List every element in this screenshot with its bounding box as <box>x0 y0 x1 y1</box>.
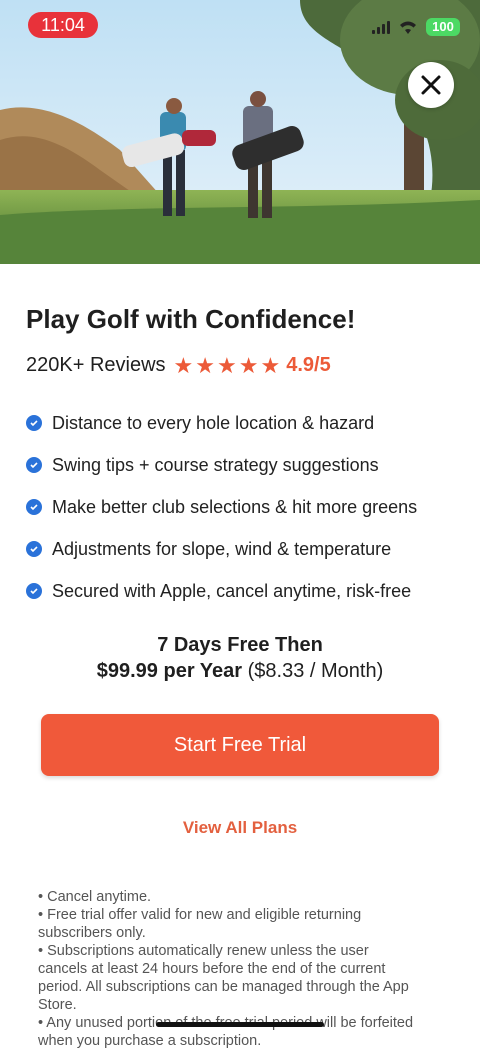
cellular-signal-icon <box>372 20 390 34</box>
checkmark-icon <box>26 457 42 473</box>
star-icon: ★ <box>238 352 259 378</box>
view-all-plans-link[interactable]: View All Plans <box>0 818 480 838</box>
start-free-trial-button[interactable]: Start Free Trial <box>41 714 439 776</box>
review-count: 220K+ Reviews <box>26 354 166 376</box>
headline: Play Golf with Confidence! <box>26 304 356 334</box>
checkmark-icon <box>26 415 42 431</box>
feature-item: Secured with Apple, cancel anytime, risk… <box>26 570 466 612</box>
feature-text: Distance to every hole location & hazard <box>52 412 375 433</box>
close-button[interactable] <box>408 62 454 108</box>
feature-text: Make better club selections & hit more g… <box>52 496 418 517</box>
star-icon: ★ <box>217 352 237 378</box>
rating-stars: ★ ★ ★ ★ ★ <box>173 352 281 378</box>
star-icon: ★ <box>260 352 281 378</box>
monthly-price: ($8.33 / Month) <box>247 660 384 682</box>
feature-item: Swing tips + course strategy suggestions <box>26 444 466 486</box>
feature-item: Make better club selections & hit more g… <box>26 486 466 528</box>
battery-indicator: 100 <box>426 18 460 36</box>
status-icons: 100 <box>372 18 460 36</box>
checkmark-icon <box>26 583 42 599</box>
home-indicator[interactable] <box>156 1022 324 1027</box>
feature-item: Adjustments for slope, wind & temperatur… <box>26 528 466 570</box>
rating-value: 4.9/5 <box>286 354 331 376</box>
feature-list: Distance to every hole location & hazard… <box>26 402 466 612</box>
trial-length: 7 Days Free Then <box>157 634 323 656</box>
status-time: 11:04 <box>28 12 98 38</box>
close-icon <box>421 75 441 95</box>
terms-item: • Subscriptions automatically renew unle… <box>38 943 409 1013</box>
feature-text: Secured with Apple, cancel anytime, risk… <box>52 580 412 601</box>
feature-text: Adjustments for slope, wind & temperatur… <box>52 538 392 559</box>
checkmark-icon <box>26 499 42 515</box>
wifi-icon <box>400 21 416 34</box>
terms-item: • Free trial offer valid for new and eli… <box>38 907 362 941</box>
feature-item: Distance to every hole location & hazard <box>26 402 466 444</box>
reviews-row: 220K+ Reviews ★ ★ ★ ★ ★ 4.9/5 <box>26 354 331 377</box>
annual-price: $99.99 per Year <box>96 660 243 682</box>
star-icon: ★ <box>195 352 215 378</box>
hero-image: 11:04 100 <box>0 0 480 264</box>
checkmark-icon <box>26 541 42 557</box>
pricing-info: 7 Days Free Then $99.99 per Year ($8.33 … <box>0 632 480 684</box>
terms-item: • Any unused portion of the free trial p… <box>38 1015 414 1049</box>
feature-text: Swing tips + course strategy suggestions <box>52 454 379 475</box>
star-icon: ★ <box>173 352 194 378</box>
terms-item: • Cancel anytime. <box>38 889 152 905</box>
price-line: $99.99 per Year ($8.33 / Month) <box>0 658 480 684</box>
